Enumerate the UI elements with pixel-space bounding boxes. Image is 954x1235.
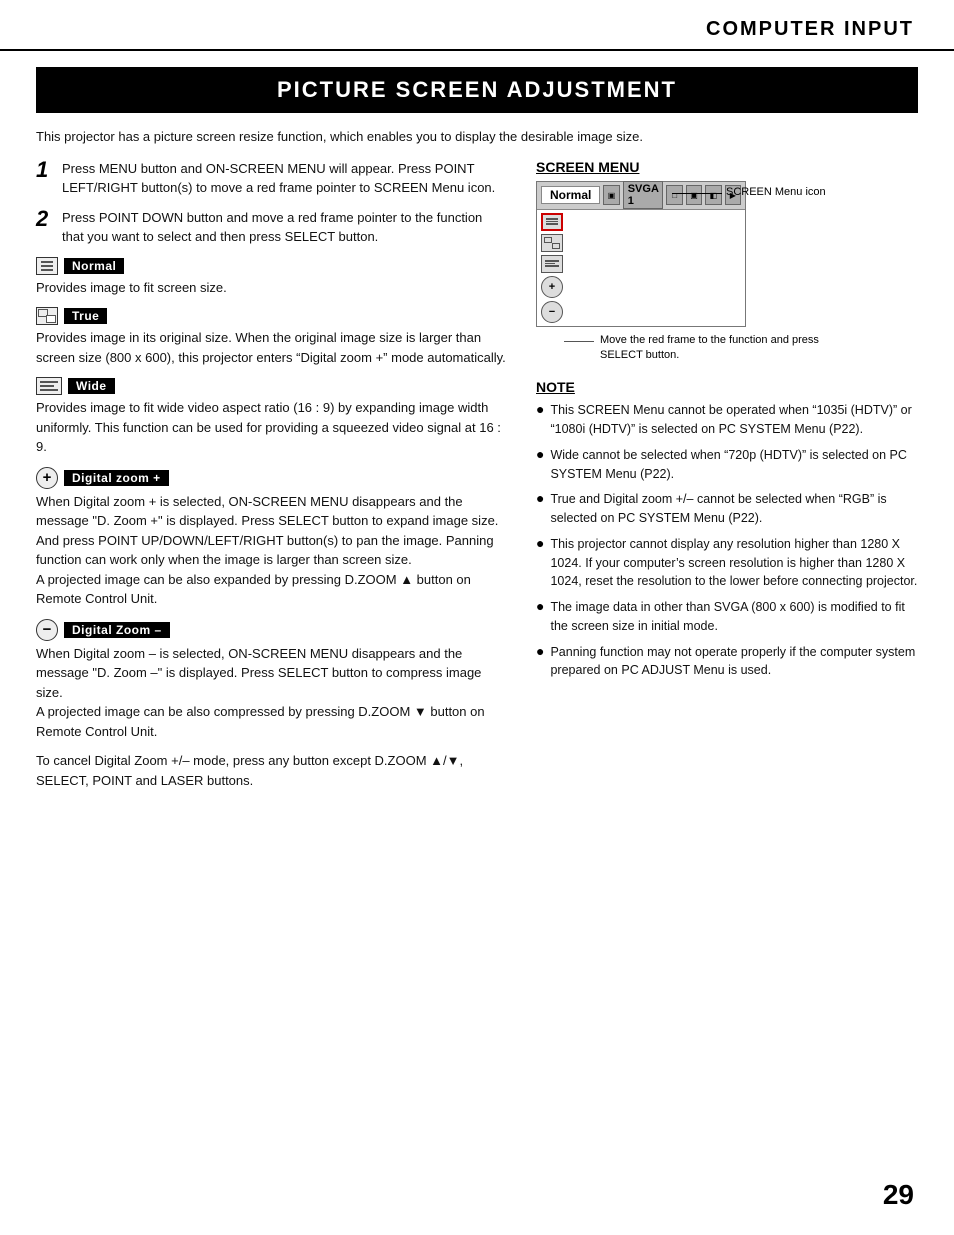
- screen-menu-icons: + −: [537, 210, 745, 326]
- mode-wide: Wide Provides image to fit wide video as…: [36, 377, 506, 457]
- cancel-text: To cancel Digital Zoom +/– mode, press a…: [36, 751, 506, 790]
- note-item-3: ● This projector cannot display any reso…: [536, 535, 918, 591]
- screen-menu-section: SCREEN MENU Normal ▣ SVGA 1 □ ▣ ◧ ▶: [536, 159, 918, 364]
- note-text-4: The image data in other than SVGA (800 x…: [550, 598, 918, 636]
- mode-true: True Provides image in its original size…: [36, 307, 506, 367]
- smi-dzplus-icon: +: [541, 276, 563, 298]
- mode-true-header: True: [36, 307, 506, 325]
- note-item-0: ● This SCREEN Menu cannot be operated wh…: [536, 401, 918, 439]
- move-label: Move the red frame to the function and p…: [600, 333, 846, 364]
- note-item-1: ● Wide cannot be selected when “720p (HD…: [536, 446, 918, 484]
- true-label: True: [64, 308, 107, 324]
- true-desc: Provides image in its original size. Whe…: [36, 328, 506, 367]
- screen-menu-diagram: Normal ▣ SVGA 1 □ ▣ ◧ ▶: [536, 181, 846, 364]
- dzminus-desc: When Digital zoom – is selected, ON-SCRE…: [36, 644, 506, 742]
- smb-normal-label: Normal: [541, 186, 600, 204]
- smi-row-2: [541, 234, 741, 252]
- note-bullet-0: ●: [536, 401, 544, 418]
- page-number: 29: [883, 1179, 914, 1211]
- mode-normal-header: Normal: [36, 257, 506, 275]
- smb-svga-label: SVGA 1: [623, 181, 664, 209]
- note-text-3: This projector cannot display any resolu…: [550, 535, 918, 591]
- note-items: ● This SCREEN Menu cannot be operated wh…: [536, 401, 918, 680]
- step-1: 1 Press MENU button and ON-SCREEN MENU w…: [36, 159, 506, 198]
- mode-dzplus-header: + Digital zoom +: [36, 467, 506, 489]
- normal-icon: [36, 257, 58, 275]
- note-bullet-3: ●: [536, 535, 544, 552]
- smi-row-3: [541, 255, 741, 273]
- mode-digital-zoom-minus: − Digital Zoom – When Digital zoom – is …: [36, 619, 506, 742]
- screen-menu-label: SCREEN MENU: [536, 159, 918, 175]
- note-section: NOTE ● This SCREEN Menu cannot be operat…: [536, 379, 918, 680]
- smi-row-5: −: [541, 301, 741, 323]
- step-2-text: Press POINT DOWN button and move a red f…: [62, 208, 506, 247]
- step-2: 2 Press POINT DOWN button and move a red…: [36, 208, 506, 247]
- normal-desc: Provides image to fit screen size.: [36, 278, 506, 298]
- mode-wide-header: Wide: [36, 377, 506, 395]
- intro-text: This projector has a picture screen resi…: [0, 127, 954, 147]
- smi-row-1: [541, 213, 741, 231]
- wide-label: Wide: [68, 378, 115, 394]
- main-content: 1 Press MENU button and ON-SCREEN MENU w…: [0, 159, 954, 791]
- smi-normal-icon: [541, 213, 563, 231]
- true-icon: [36, 307, 58, 325]
- smi-row-4: +: [541, 276, 741, 298]
- step-1-text: Press MENU button and ON-SCREEN MENU wil…: [62, 159, 506, 198]
- note-text-1: Wide cannot be selected when “720p (HDTV…: [550, 446, 918, 484]
- page-header: COMPUTER INPUT: [0, 0, 954, 51]
- header-title: COMPUTER INPUT: [706, 18, 914, 41]
- note-item-5: ● Panning function may not operate prope…: [536, 643, 918, 681]
- mode-dzminus-header: − Digital Zoom –: [36, 619, 506, 641]
- dzplus-desc: When Digital zoom + is selected, ON-SCRE…: [36, 492, 506, 609]
- note-text-0: This SCREEN Menu cannot be operated when…: [550, 401, 918, 439]
- digital-zoom-plus-icon: +: [36, 467, 58, 489]
- left-column: 1 Press MENU button and ON-SCREEN MENU w…: [36, 159, 526, 791]
- dzminus-label: Digital Zoom –: [64, 622, 170, 638]
- wide-icon: [36, 377, 62, 395]
- move-label-container: Move the red frame to the function and p…: [564, 333, 846, 364]
- note-item-4: ● The image data in other than SVGA (800…: [536, 598, 918, 636]
- note-bullet-2: ●: [536, 490, 544, 507]
- normal-label: Normal: [64, 258, 124, 274]
- note-title: NOTE: [536, 379, 918, 395]
- step-1-number: 1: [36, 159, 54, 181]
- mode-digital-zoom-plus: + Digital zoom + When Digital zoom + is …: [36, 467, 506, 609]
- mode-normal: Normal Provides image to fit screen size…: [36, 257, 506, 298]
- note-text-5: Panning function may not operate properl…: [550, 643, 918, 681]
- screen-menu-icon-label: SCREEN Menu icon: [726, 185, 846, 199]
- step-2-number: 2: [36, 208, 54, 230]
- smi-true-icon: [541, 234, 563, 252]
- note-text-2: True and Digital zoom +/– cannot be sele…: [550, 490, 918, 528]
- note-bullet-1: ●: [536, 446, 544, 463]
- digital-zoom-minus-icon: −: [36, 619, 58, 641]
- section-title: PICTURE SCREEN ADJUSTMENT: [36, 67, 918, 113]
- dzplus-label: Digital zoom +: [64, 470, 169, 486]
- smi-wide-icon: [541, 255, 563, 273]
- note-bullet-5: ●: [536, 643, 544, 660]
- note-item-2: ● True and Digital zoom +/– cannot be se…: [536, 490, 918, 528]
- screen-menu-icon-annotation: SCREEN Menu icon: [672, 185, 846, 199]
- right-column: SCREEN MENU Normal ▣ SVGA 1 □ ▣ ◧ ▶: [526, 159, 918, 791]
- smb-icon-1: ▣: [603, 185, 619, 205]
- wide-desc: Provides image to fit wide video aspect …: [36, 398, 506, 457]
- note-bullet-4: ●: [536, 598, 544, 615]
- smi-dzminus-icon: −: [541, 301, 563, 323]
